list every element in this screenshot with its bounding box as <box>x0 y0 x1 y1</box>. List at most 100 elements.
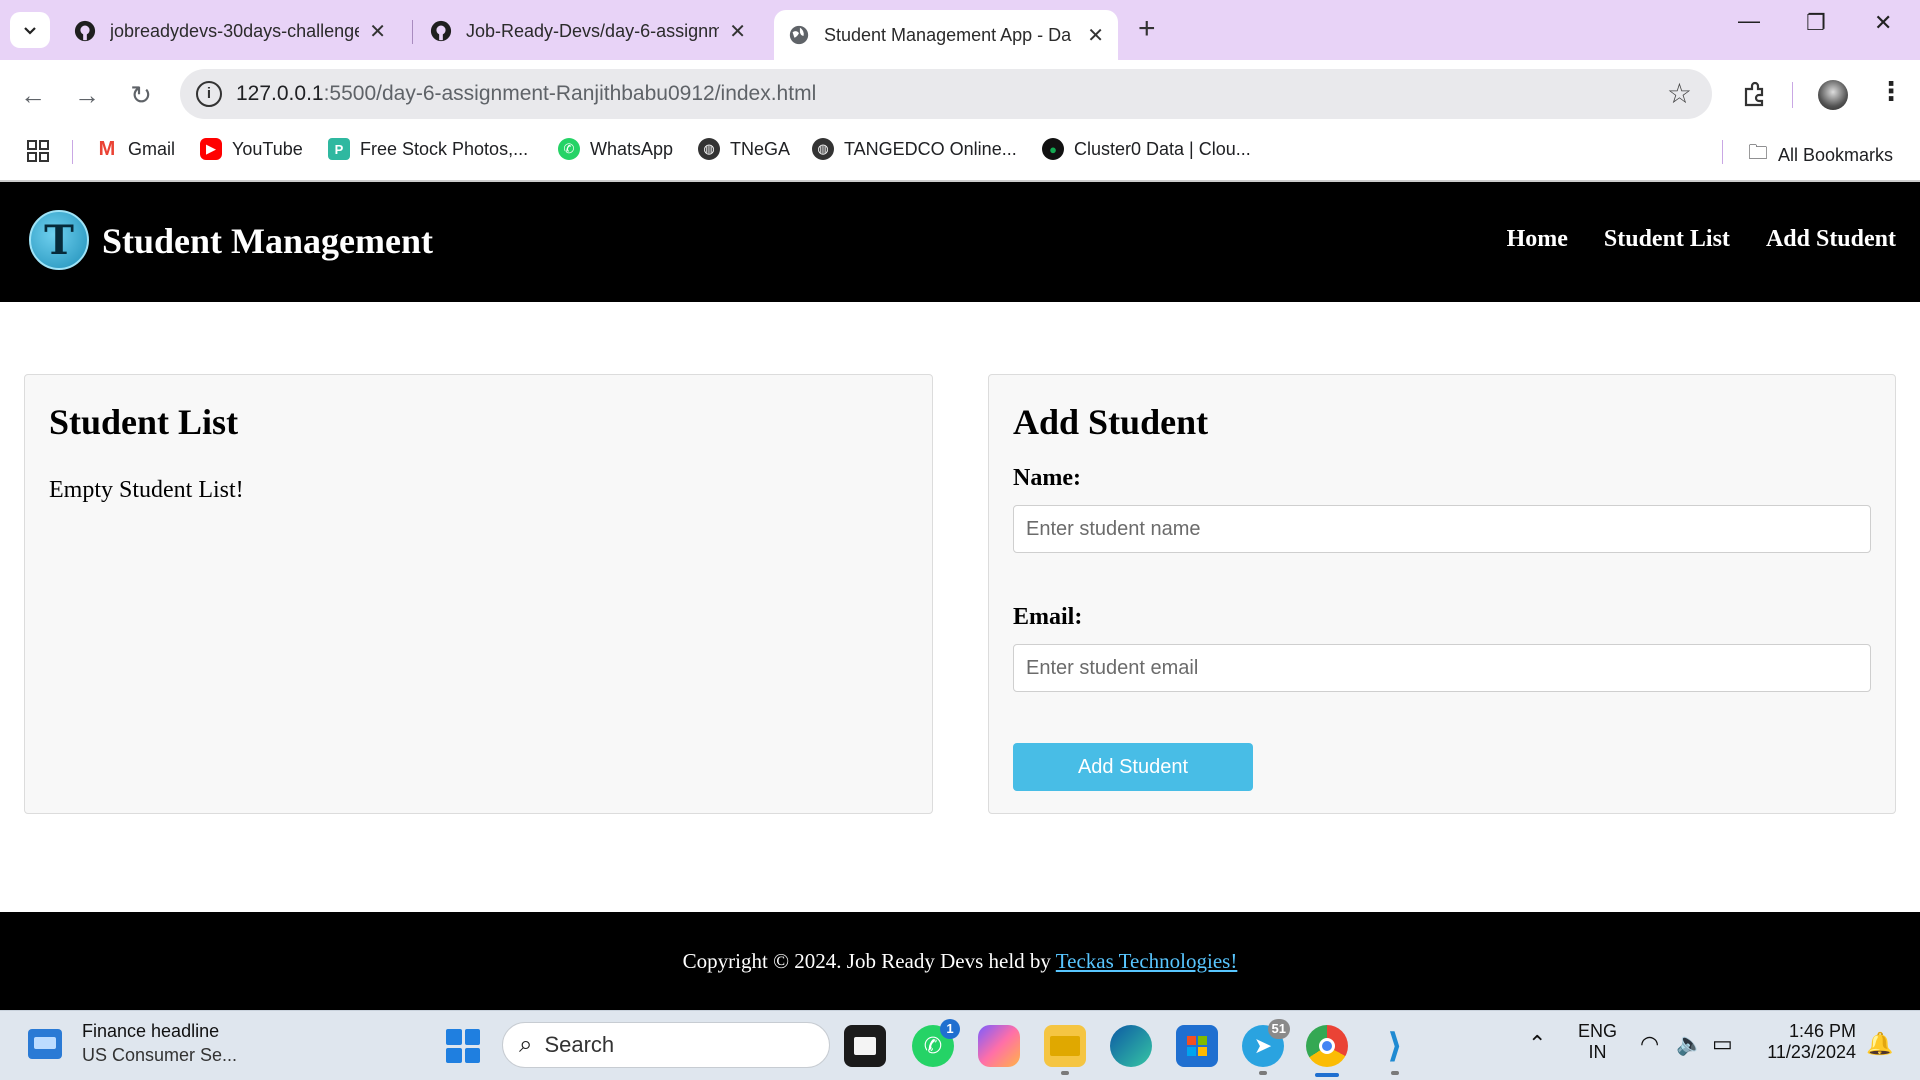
email-label: Email: <box>1013 604 1083 630</box>
running-indicator <box>1391 1071 1399 1075</box>
student-email-input[interactable] <box>1013 644 1871 692</box>
vscode-icon[interactable]: ⟩ <box>1374 1025 1416 1067</box>
bookmark-cluster0[interactable]: ● Cluster0 Data | Clou... <box>1042 138 1251 160</box>
start-button[interactable] <box>446 1029 480 1063</box>
close-window-button[interactable]: ✕ <box>1874 10 1892 36</box>
news-icon <box>28 1028 62 1059</box>
copilot-icon[interactable] <box>978 1025 1020 1067</box>
edge-icon[interactable] <box>1110 1025 1152 1067</box>
nav-home-link[interactable]: Home <box>1507 226 1568 253</box>
running-indicator <box>1259 1071 1267 1075</box>
profile-avatar[interactable] <box>1818 80 1848 110</box>
bookmark-label: TANGEDCO Online... <box>844 138 1017 159</box>
tab-title: Student Management App - Da <box>824 24 1072 45</box>
reload-icon[interactable]: ↻ <box>126 80 156 110</box>
toolbar-divider <box>1792 82 1793 108</box>
tab-github-challenge[interactable]: jobreadydevs-30days-challenge ✕ <box>60 10 400 52</box>
bookmark-label: Gmail <box>128 138 176 159</box>
url-text[interactable]: 127.0.0.1:5500/day-6-assignment-Ranjithb… <box>236 82 816 106</box>
menu-dots-icon[interactable]: ⋮ <box>1878 76 1904 107</box>
site-logo[interactable]: T <box>29 210 89 270</box>
student-list-card: Student List Empty Student List! <box>24 374 933 814</box>
bookmarks-bar: M Gmail ▶ YouTube P Free Stock Photos,..… <box>0 128 1920 172</box>
close-tab-icon[interactable]: ✕ <box>729 19 746 44</box>
footer-company-link[interactable]: Teckas Technologies! <box>1056 949 1238 973</box>
mongodb-icon: ● <box>1042 138 1064 160</box>
all-bookmarks-button[interactable]: 🗀 All Bookmarks <box>1748 138 1893 172</box>
close-tab-icon[interactable]: ✕ <box>1087 23 1104 48</box>
clock[interactable]: 1:46 PM 11/23/2024 <box>1760 1021 1856 1063</box>
wifi-icon[interactable]: ◠ <box>1640 1031 1659 1057</box>
search-icon: ⌕ <box>519 1031 533 1058</box>
minimize-button[interactable]: — <box>1738 8 1760 34</box>
battery-icon[interactable]: ▭ <box>1712 1031 1733 1057</box>
running-indicator <box>1061 1071 1069 1075</box>
nav-add-student-link[interactable]: Add Student <box>1766 226 1896 253</box>
apps-grid-icon[interactable] <box>26 139 50 163</box>
bookmark-label: WhatsApp <box>590 138 674 159</box>
site-brand[interactable]: Student Management <box>102 220 433 262</box>
bookmark-tnega[interactable]: ◍ TNeGA <box>698 138 790 160</box>
extensions-icon[interactable] <box>1740 81 1768 109</box>
language-indicator[interactable]: ENG IN <box>1578 1021 1617 1063</box>
whatsapp-app-icon[interactable]: ✆ 1 <box>912 1019 960 1067</box>
tab-separator <box>412 20 413 44</box>
address-bar[interactable]: i 127.0.0.1:5500/day-6-assignment-Ranjit… <box>180 69 1712 119</box>
whatsapp-badge: 1 <box>940 1019 960 1039</box>
folder-icon: 🗀 <box>1748 142 1768 164</box>
telegram-badge: 51 <box>1267 1019 1290 1039</box>
tab-search-button[interactable] <box>10 12 50 48</box>
forward-arrow-icon[interactable]: → <box>72 80 102 110</box>
close-tab-icon[interactable]: ✕ <box>369 19 386 44</box>
chrome-icon[interactable] <box>1306 1025 1348 1067</box>
bookmark-label: TNeGA <box>730 138 791 159</box>
whatsapp-icon: ✆ <box>558 138 580 160</box>
bookmark-star-icon[interactable]: ☆ <box>1667 77 1692 110</box>
telegram-icon[interactable]: ➤ 51 <box>1242 1019 1290 1067</box>
add-student-card: Add Student Name: Email: Add Student <box>988 374 1896 814</box>
chevron-down-icon <box>24 27 36 35</box>
bookmark-label: Cluster0 Data | Clou... <box>1074 138 1251 159</box>
globe-icon <box>789 25 809 45</box>
bookmark-youtube[interactable]: ▶ YouTube <box>200 138 303 160</box>
bookmarks-divider <box>1722 140 1723 164</box>
tab-title: Job-Ready-Devs/day-6-assignm <box>466 20 720 41</box>
stock-photos-icon: P <box>328 138 350 160</box>
github-icon <box>430 20 452 42</box>
tab-bar: jobreadydevs-30days-challenge ✕ Job-Read… <box>0 0 1920 60</box>
new-tab-button[interactable]: + <box>1138 12 1156 46</box>
all-bookmarks-label: All Bookmarks <box>1778 144 1894 165</box>
bookmark-label: YouTube <box>232 138 303 159</box>
empty-list-message: Empty Student List! <box>49 477 244 503</box>
nav-student-list-link[interactable]: Student List <box>1604 226 1730 253</box>
student-name-input[interactable] <box>1013 505 1871 553</box>
chevron-up-icon[interactable]: ⌃ <box>1528 1031 1546 1057</box>
news-title: Finance headline <box>82 1021 220 1041</box>
back-arrow-icon[interactable]: ← <box>18 80 48 110</box>
globe-icon: ◍ <box>698 138 720 160</box>
bookmark-tangedco[interactable]: ◍ TANGEDCO Online... <box>812 138 1017 160</box>
taskbar-search[interactable]: ⌕ Search <box>502 1022 830 1068</box>
globe-icon: ◍ <box>812 138 834 160</box>
taskbar-search-label: Search <box>544 1032 615 1057</box>
site-footer: Copyright © 2024. Job Ready Devs held by… <box>0 912 1920 1010</box>
github-icon <box>74 20 96 42</box>
bookmark-label: Free Stock Photos,... <box>360 138 529 159</box>
bookmark-whatsapp[interactable]: ✆ WhatsApp <box>558 138 673 160</box>
notification-bell-icon[interactable]: 🔔 <box>1866 1031 1893 1057</box>
bookmark-stock-photos[interactable]: P Free Stock Photos,... <box>328 138 528 160</box>
site-info-icon[interactable]: i <box>196 81 222 107</box>
tab-github-assignment[interactable]: Job-Ready-Devs/day-6-assignm ✕ <box>416 10 760 52</box>
windows-taskbar: Finance headline US Consumer Se... ⌕ Sea… <box>0 1010 1920 1080</box>
add-student-button[interactable]: Add Student <box>1013 743 1253 791</box>
store-icon[interactable] <box>1176 1025 1218 1067</box>
tab-title: jobreadydevs-30days-challenge <box>110 20 360 41</box>
volume-icon[interactable]: 🔈 <box>1676 1031 1703 1057</box>
tab-student-management[interactable]: Student Management App - Da ✕ <box>774 10 1118 60</box>
news-widget[interactable]: Finance headline US Consumer Se... <box>28 1021 237 1066</box>
restore-button[interactable]: ❐ <box>1806 10 1826 36</box>
file-explorer-icon[interactable] <box>1044 1025 1086 1067</box>
bookmark-gmail[interactable]: M Gmail <box>96 138 175 160</box>
student-list-title: Student List <box>49 402 239 442</box>
task-view-icon[interactable] <box>844 1025 886 1067</box>
